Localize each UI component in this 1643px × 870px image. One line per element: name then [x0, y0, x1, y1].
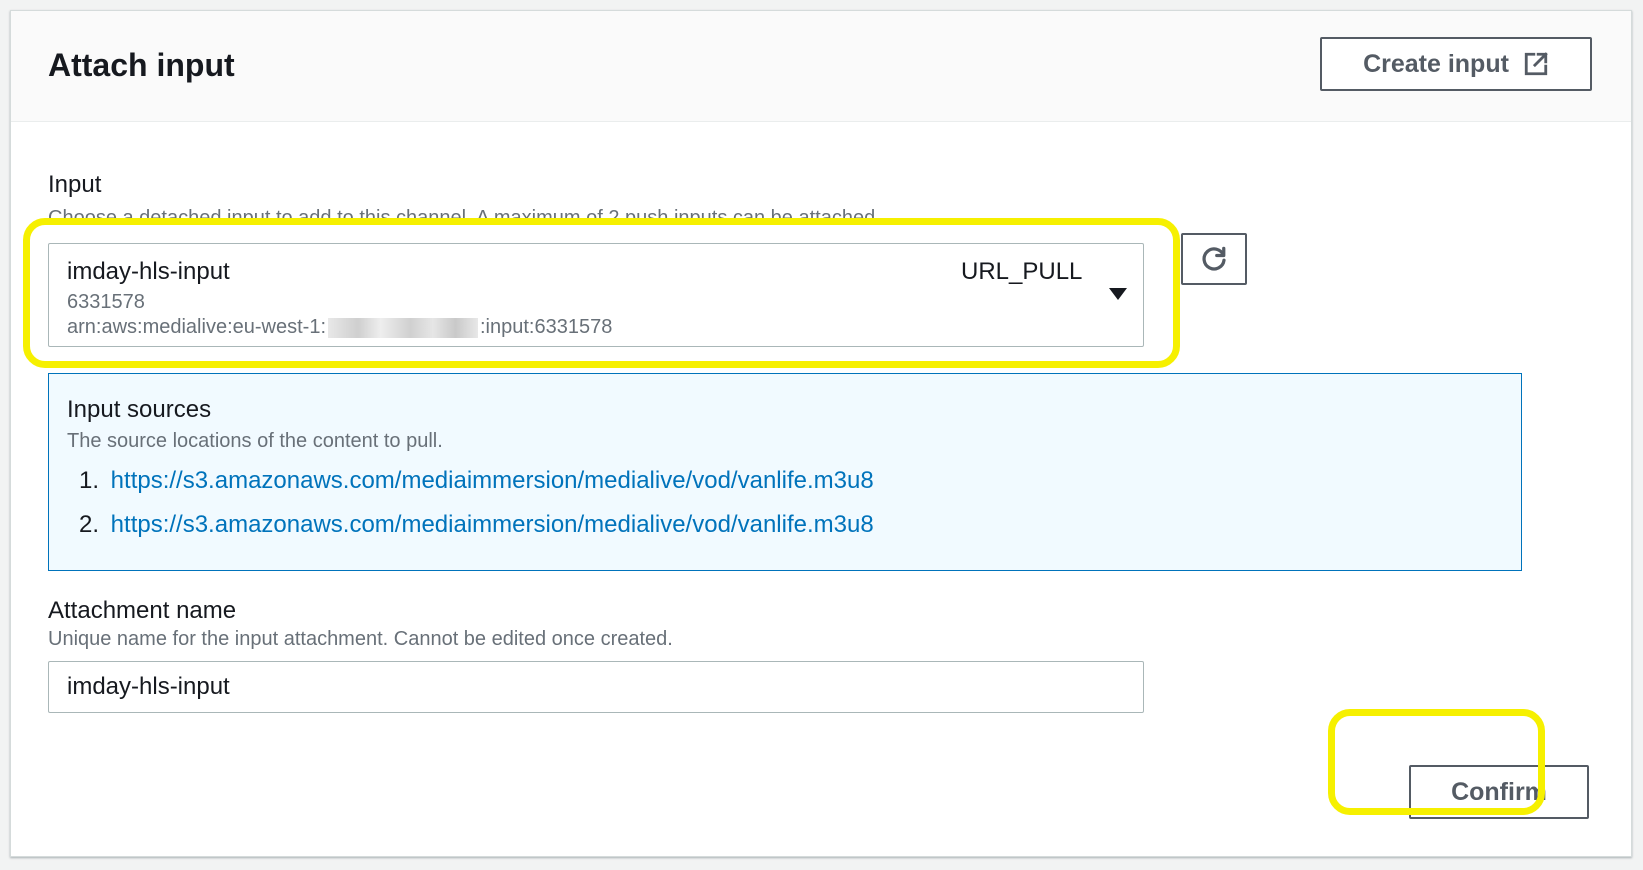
external-link-icon [1524, 52, 1548, 76]
refresh-icon [1202, 246, 1226, 271]
selected-input-name: imday-hls-input [67, 258, 230, 285]
list-item: 2. https://s3.amazonaws.com/mediaimmersi… [79, 510, 874, 554]
list-item: 1. https://s3.amazonaws.com/mediaimmersi… [79, 466, 874, 510]
input-sources-title: Input sources [67, 396, 212, 423]
attachment-name-description: Unique name for the input attachment. Ca… [48, 628, 673, 650]
create-input-button[interactable]: Create input [1320, 37, 1592, 91]
caret-down-icon [1109, 288, 1127, 300]
input-select[interactable]: imday-hls-input 6331578 arn:aws:medialiv… [48, 243, 1144, 347]
input-sources-description: The source locations of the content to p… [67, 430, 443, 452]
arn-suffix: :input:6331578 [480, 316, 613, 338]
confirm-button[interactable]: Confirm [1409, 765, 1589, 819]
input-field-label: Input [48, 171, 102, 198]
refresh-button[interactable] [1181, 233, 1247, 285]
input-field-description: Choose a detached input to add to this c… [48, 207, 881, 223]
attachment-name-input[interactable] [48, 661, 1144, 713]
input-sources-box: Input sources The source locations of th… [48, 373, 1522, 571]
panel-title: Attach input [48, 47, 235, 83]
selected-input-type: URL_PULL [961, 258, 1083, 285]
source-list: 1. https://s3.amazonaws.com/mediaimmersi… [79, 466, 874, 554]
attach-input-panel: Attach input Create input Input Choose a… [10, 10, 1632, 857]
selected-input-id: 6331578 [67, 291, 145, 313]
create-input-label: Create input [1363, 49, 1509, 78]
source-link[interactable]: https://s3.amazonaws.com/mediaimmersion/… [111, 511, 874, 538]
source-link[interactable]: https://s3.amazonaws.com/mediaimmersion/… [111, 467, 874, 494]
redacted-account-id [328, 317, 478, 338]
arn-prefix: arn:aws:medialive:eu-west-1: [67, 316, 326, 338]
panel-header: Attach input Create input [11, 11, 1631, 122]
selected-input-arn: arn:aws:medialive:eu-west-1: :input:6331… [67, 316, 612, 339]
source-number: 1. [79, 467, 100, 494]
source-number: 2. [79, 511, 100, 538]
attachment-name-label: Attachment name [48, 597, 237, 624]
